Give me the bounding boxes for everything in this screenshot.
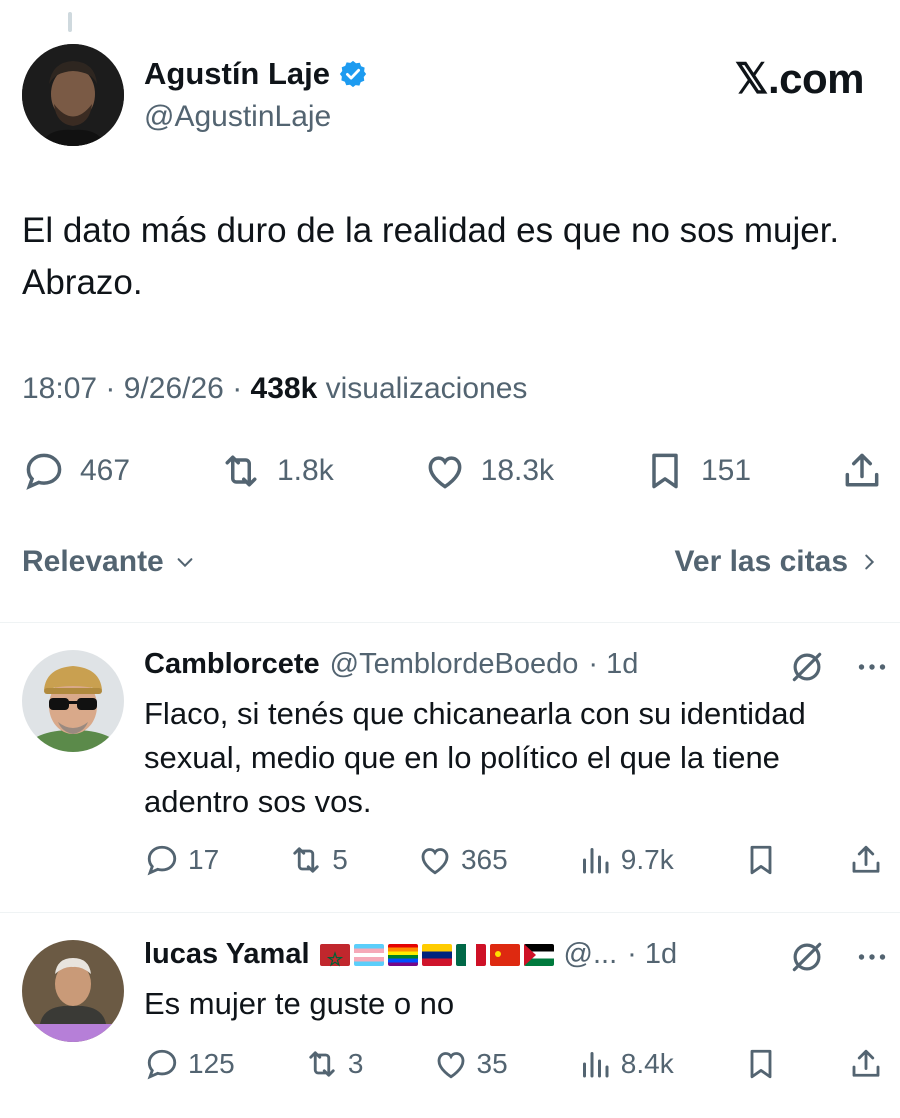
grok-icon[interactable] bbox=[788, 938, 826, 976]
reply-avatar[interactable] bbox=[22, 940, 124, 1042]
bookmark-icon bbox=[750, 845, 772, 875]
views-label: visualizaciones bbox=[325, 372, 528, 405]
author-avatar[interactable] bbox=[22, 44, 124, 146]
reply-author-handle[interactable]: @TemblordeBoedo bbox=[330, 648, 579, 681]
reply-tools bbox=[788, 648, 890, 686]
view-quotes-link[interactable]: Ver las citas bbox=[675, 545, 880, 579]
reply-author-name[interactable]: Camblorcete bbox=[144, 648, 320, 681]
reply-button[interactable]: 125 bbox=[144, 1046, 235, 1082]
share-button[interactable] bbox=[848, 1046, 884, 1082]
like-count: 35 bbox=[476, 1048, 508, 1079]
retweet-icon bbox=[225, 455, 257, 487]
retweet-count: 3 bbox=[347, 1048, 364, 1079]
reply-tools bbox=[788, 938, 890, 976]
share-button[interactable] bbox=[840, 449, 884, 493]
author-handle[interactable]: @AgustinLaje bbox=[144, 100, 331, 134]
retweet-count: 5 bbox=[332, 844, 348, 875]
reply-count: 125 bbox=[188, 1048, 235, 1079]
reply-text: Flaco, si tenés que chicanearla con su i… bbox=[144, 696, 806, 819]
tweet-meta: 18:07 · 9/26/26 · 438k visualizaciones bbox=[22, 372, 528, 405]
trans-flag-icon bbox=[353, 943, 384, 966]
chevron-down-icon bbox=[177, 558, 193, 568]
author-name-row[interactable]: Agustín Laje bbox=[144, 56, 368, 92]
sort-label: Relevante bbox=[22, 545, 164, 578]
views-button[interactable]: 8.4k bbox=[577, 1046, 674, 1082]
analytics-icon bbox=[582, 848, 609, 874]
morocco-flag-icon bbox=[319, 943, 350, 967]
venezuela-flag-icon bbox=[421, 943, 452, 966]
grok-icon[interactable] bbox=[788, 648, 826, 686]
share-button[interactable] bbox=[848, 842, 884, 878]
reply-header: Camblorcete @TemblordeBoedo · 1d bbox=[144, 648, 638, 681]
view-count: 9.7k bbox=[620, 844, 674, 875]
quotes-label: Ver las citas bbox=[674, 545, 848, 578]
like-button[interactable]: 35 bbox=[433, 1046, 508, 1082]
reply-author-name[interactable]: lucas Yamal bbox=[144, 938, 310, 971]
reply-icon bbox=[147, 1049, 177, 1080]
tweet-actions: 467 1.8k 18.3k 151 bbox=[22, 445, 884, 497]
share-icon bbox=[852, 1049, 880, 1077]
reply-avatar[interactable] bbox=[22, 650, 124, 752]
more-options-icon[interactable] bbox=[854, 649, 890, 685]
reply-item[interactable]: lucas Yamal @... · 1d Es mujer te guste … bbox=[0, 912, 900, 1118]
reply-age[interactable]: · 1d bbox=[588, 648, 638, 681]
retweet-button[interactable]: 3 bbox=[304, 1046, 364, 1082]
author-name[interactable]: Agustín Laje bbox=[144, 56, 330, 92]
reply-count: 17 bbox=[188, 844, 220, 875]
more-options-icon[interactable] bbox=[854, 939, 890, 975]
reply-author-handle[interactable]: @... bbox=[564, 938, 618, 971]
reply-count: 467 bbox=[80, 454, 131, 487]
view-count: 8.4k bbox=[620, 1048, 674, 1079]
retweet-button[interactable]: 1.8k bbox=[219, 449, 334, 493]
bookmark-button[interactable] bbox=[743, 842, 779, 878]
analytics-icon bbox=[582, 1052, 609, 1078]
retweet-icon bbox=[293, 847, 319, 873]
chevron-right-icon bbox=[865, 554, 875, 570]
reply-actions: 17 5 365 9.7k bbox=[144, 842, 884, 878]
rainbow-flag-icon bbox=[387, 943, 418, 966]
heart-icon bbox=[428, 456, 462, 489]
reply-item[interactable]: Camblorcete @TemblordeBoedo · 1d Flaco, … bbox=[0, 622, 900, 912]
like-button[interactable]: 18.3k bbox=[423, 449, 554, 493]
bookmark-icon bbox=[652, 453, 678, 489]
bookmark-button[interactable] bbox=[743, 1046, 779, 1082]
share-icon bbox=[845, 453, 879, 487]
retweet-button[interactable]: 5 bbox=[288, 842, 348, 878]
tweet-text: El dato más duro de la realidad es que n… bbox=[22, 211, 840, 302]
mexico-flag-icon bbox=[455, 943, 486, 966]
drag-handle bbox=[68, 12, 72, 32]
china-flag-icon bbox=[489, 943, 520, 966]
reply-text: Es mujer te guste o no bbox=[144, 986, 455, 1021]
palestine-flag-icon bbox=[523, 943, 554, 966]
heart-icon bbox=[437, 1052, 464, 1079]
like-count: 365 bbox=[460, 844, 508, 875]
name-flags bbox=[319, 943, 554, 967]
bookmark-button[interactable]: 151 bbox=[643, 449, 751, 493]
bookmark-icon bbox=[750, 1049, 772, 1079]
reply-button[interactable]: 17 bbox=[144, 842, 219, 878]
views-button[interactable]: 9.7k bbox=[577, 842, 674, 878]
verified-badge-icon bbox=[339, 60, 367, 88]
reply-icon bbox=[26, 453, 62, 490]
reply-button[interactable]: 467 bbox=[22, 449, 130, 493]
tweet-date[interactable]: 9/26/26 bbox=[124, 372, 224, 405]
share-icon bbox=[852, 845, 880, 873]
reply-icon bbox=[147, 845, 177, 876]
like-count: 18.3k bbox=[480, 454, 555, 487]
reply-actions: 125 3 35 8.4k bbox=[144, 1046, 884, 1082]
view-count: 438k bbox=[250, 372, 318, 405]
heart-icon bbox=[421, 848, 449, 875]
sort-dropdown[interactable]: Relevante bbox=[22, 545, 196, 579]
like-button[interactable]: 365 bbox=[417, 842, 508, 878]
retweet-icon bbox=[309, 1051, 335, 1077]
sort-row: Relevante Ver las citas bbox=[22, 545, 880, 579]
tweet-time[interactable]: 18:07 bbox=[22, 372, 97, 405]
reply-header: lucas Yamal @... · 1d bbox=[144, 938, 677, 971]
reply-age[interactable]: · 1d bbox=[627, 938, 677, 971]
bookmark-count: 151 bbox=[700, 454, 752, 487]
brand-logo: 𝕏.com bbox=[734, 55, 865, 102]
retweet-count: 1.8k bbox=[277, 454, 334, 487]
